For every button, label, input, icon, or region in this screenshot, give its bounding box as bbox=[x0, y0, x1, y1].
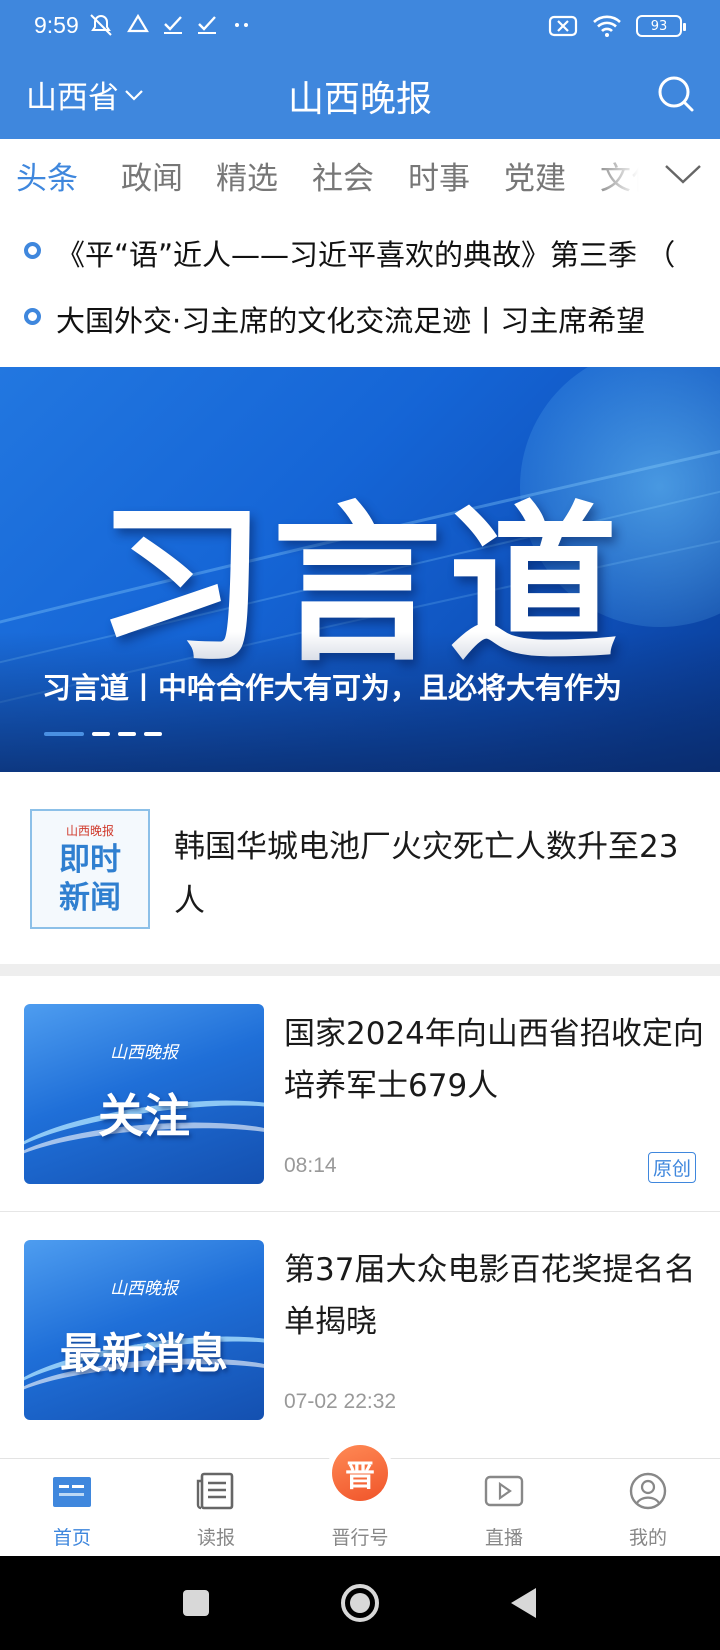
scrolling-headlines: 《平“语”近人——习近平喜欢的典故》第三季 （ 大国外交·习主席的文化交流足迹丨… bbox=[0, 224, 720, 356]
carousel-dot bbox=[92, 732, 110, 736]
wifi-icon bbox=[593, 15, 621, 37]
thumb-text: 关注 bbox=[98, 1089, 190, 1143]
search-icon[interactable] bbox=[654, 72, 698, 116]
home-news-icon bbox=[53, 1477, 91, 1507]
original-badge: 原创 bbox=[647, 1152, 696, 1183]
headline-text: 《平“语”近人——习近平喜欢的典故》第三季 （ bbox=[56, 238, 676, 272]
news-time: 08:14 bbox=[284, 1154, 337, 1177]
newspaper-icon bbox=[196, 1472, 234, 1510]
tab-society[interactable]: 社会 bbox=[312, 153, 374, 198]
jin-icon: 晋 bbox=[332, 1445, 388, 1501]
tab-headline[interactable]: 头条 bbox=[16, 153, 78, 198]
profile-icon bbox=[629, 1472, 667, 1510]
back-button[interactable] bbox=[484, 1556, 564, 1650]
thumb-text: 最新消息 bbox=[59, 1329, 228, 1378]
carousel-dot-active bbox=[44, 732, 84, 736]
bottom-navigation: 首页 读报 晋 晋行号 直播 我的 bbox=[0, 1445, 720, 1557]
headline-item[interactable]: 《平“语”近人——习近平喜欢的典故》第三季 （ bbox=[0, 224, 720, 290]
check-icon bbox=[198, 16, 216, 34]
battery-level: 93 bbox=[650, 18, 668, 34]
nav-label: 读报 bbox=[196, 1527, 235, 1549]
more-dots-icon bbox=[235, 23, 248, 27]
section-separator bbox=[0, 964, 720, 976]
bullet-icon bbox=[24, 242, 41, 259]
nav-read-paper[interactable]: 读报 bbox=[144, 1459, 288, 1557]
nav-profile[interactable]: 我的 bbox=[576, 1459, 720, 1557]
news-thumbnail: 山西晚报 关注 bbox=[24, 1004, 264, 1184]
thumb-brand: 山西晚报 bbox=[110, 1279, 178, 1299]
system-navigation-bar bbox=[0, 1556, 720, 1650]
tab-politics[interactable]: 政闻 bbox=[121, 153, 183, 198]
check-icon bbox=[164, 16, 182, 34]
tab-party[interactable]: 党建 bbox=[504, 153, 566, 198]
nav-label: 直播 bbox=[484, 1527, 523, 1549]
tab-selected[interactable]: 精选 bbox=[216, 153, 278, 198]
tabs-expand-button[interactable] bbox=[646, 139, 720, 209]
news-list-item[interactable]: 山西晚报 最新消息 第37届大众电影百花奖提名名单揭晓 07-02 22:32 bbox=[0, 1212, 720, 1450]
no-sim-icon bbox=[548, 15, 578, 37]
channel-tabs: 头条 政闻 精选 社会 时事 党建 文化 bbox=[0, 139, 720, 209]
app-title: 山西晚报 bbox=[287, 79, 432, 120]
news-time: 07-02 22:32 bbox=[284, 1390, 397, 1413]
home-button[interactable] bbox=[320, 1556, 400, 1650]
flash-logo-text: 即时新闻 bbox=[59, 841, 121, 916]
carousel-indicator bbox=[44, 732, 162, 736]
feature-banner[interactable]: 习言道 习言道丨中哈合作大有可为，且必将大有作为 bbox=[0, 367, 720, 772]
status-time: 9:59 bbox=[34, 12, 79, 38]
nav-live[interactable]: 直播 bbox=[432, 1459, 576, 1557]
top-navbar: 山西省 山西晚报 bbox=[0, 60, 720, 130]
headline-text: 大国外交·习主席的文化交流足迹丨习主席希望 bbox=[56, 304, 646, 338]
battery-icon: 93 bbox=[636, 15, 686, 37]
carousel-dot bbox=[118, 732, 136, 736]
flash-logo-brand: 山西晚报 bbox=[65, 823, 114, 838]
news-list-item[interactable]: 山西晚报 关注 国家2024年向山西省招收定向培养军士679人 08:14 原创 bbox=[0, 976, 720, 1212]
news-title: 国家2024年向山西省招收定向培养军士679人 bbox=[284, 1016, 704, 1104]
live-play-icon bbox=[484, 1475, 524, 1507]
nav-home[interactable]: 首页 bbox=[0, 1459, 144, 1557]
status-bar: 9:59 93 bbox=[0, 0, 720, 56]
drive-icon bbox=[127, 13, 149, 33]
tab-current-affairs[interactable]: 时事 bbox=[408, 153, 470, 198]
news-thumbnail: 山西晚报 最新消息 bbox=[24, 1240, 264, 1420]
chevron-down-icon bbox=[665, 165, 701, 184]
app-header: 9:59 93 山西省 山西晚报 bbox=[0, 0, 720, 139]
mute-icon bbox=[90, 14, 112, 36]
flash-news-title: 韩国华城电池厂火灾死亡人数升至23人 bbox=[174, 829, 679, 919]
flash-news-logo: 山西晚报 即时新闻 bbox=[30, 809, 150, 929]
back-triangle-icon bbox=[511, 1588, 536, 1618]
square-icon bbox=[183, 1590, 209, 1616]
recent-apps-button[interactable] bbox=[156, 1556, 236, 1650]
headline-item[interactable]: 大国外交·习主席的文化交流足迹丨习主席希望 bbox=[0, 290, 720, 356]
circle-icon bbox=[341, 1584, 379, 1622]
nav-label: 晋行号 bbox=[331, 1527, 389, 1549]
status-notification-icons bbox=[88, 12, 254, 38]
banner-caption: 习言道丨中哈合作大有可为，且必将大有作为 bbox=[42, 671, 623, 705]
status-system-icons: 93 bbox=[548, 14, 686, 38]
nav-jinxing[interactable]: 晋 晋行号 bbox=[288, 1445, 432, 1557]
bullet-icon bbox=[24, 308, 41, 325]
carousel-dot bbox=[144, 732, 162, 736]
flash-news-item[interactable]: 山西晚报 即时新闻 韩国华城电池厂火灾死亡人数升至23人 bbox=[0, 772, 720, 964]
nav-label: 首页 bbox=[52, 1527, 91, 1549]
news-title: 第37届大众电影百花奖提名名单揭晓 bbox=[284, 1252, 696, 1340]
thumb-brand: 山西晚报 bbox=[110, 1043, 178, 1063]
nav-label: 我的 bbox=[628, 1527, 667, 1549]
